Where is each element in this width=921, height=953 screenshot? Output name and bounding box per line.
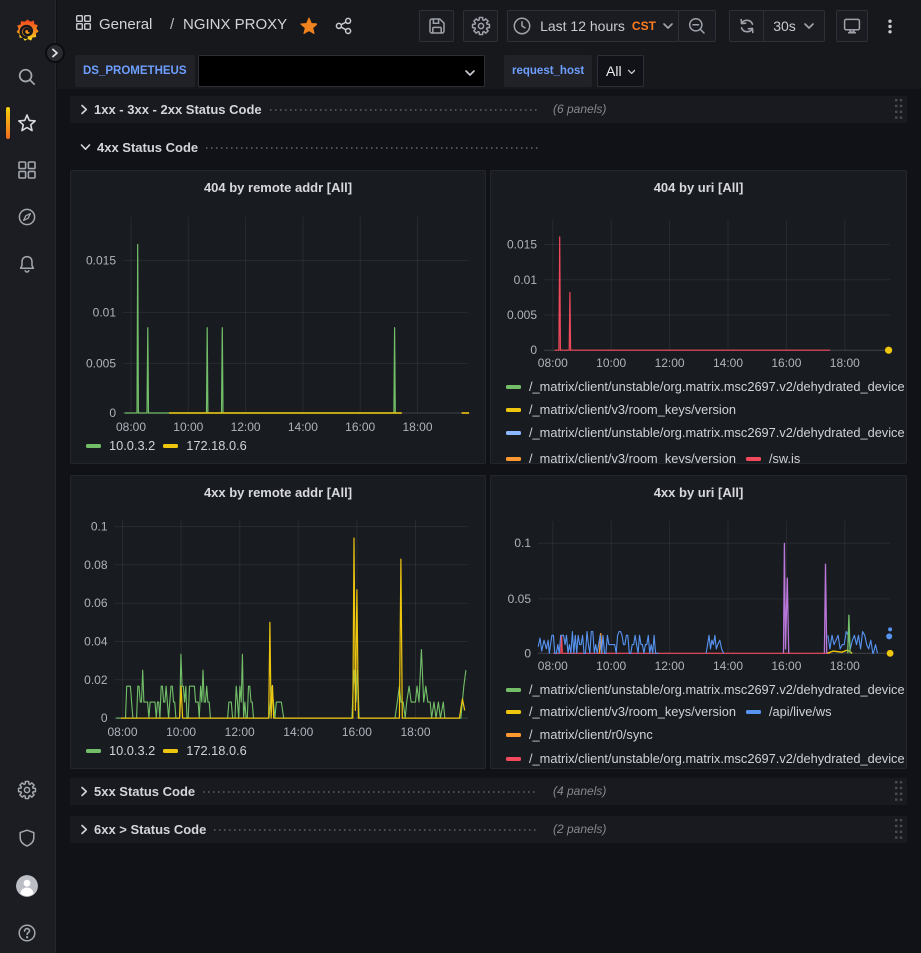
svg-text:10:00: 10:00 (173, 420, 203, 434)
svg-text:12:00: 12:00 (231, 420, 261, 434)
svg-text:0.005: 0.005 (507, 308, 537, 322)
svg-text:12:00: 12:00 (655, 356, 685, 370)
svg-text:14:00: 14:00 (713, 659, 743, 673)
svg-text:08:00: 08:00 (116, 420, 146, 434)
svg-text:0.1: 0.1 (514, 536, 531, 550)
svg-text:14:00: 14:00 (713, 356, 743, 370)
svg-text:0.015: 0.015 (507, 238, 537, 252)
svg-text:18:00: 18:00 (400, 725, 430, 739)
svg-text:0: 0 (530, 343, 537, 357)
svg-text:16:00: 16:00 (345, 420, 375, 434)
svg-text:18:00: 18:00 (830, 659, 860, 673)
svg-text:0.08: 0.08 (84, 558, 108, 572)
svg-text:0.05: 0.05 (508, 592, 532, 606)
svg-text:08:00: 08:00 (538, 659, 568, 673)
svg-text:0.01: 0.01 (514, 273, 538, 287)
svg-text:18:00: 18:00 (402, 420, 432, 434)
svg-text:0: 0 (524, 646, 531, 660)
svg-text:16:00: 16:00 (771, 659, 801, 673)
svg-text:12:00: 12:00 (655, 659, 685, 673)
svg-text:0.02: 0.02 (84, 673, 108, 687)
svg-text:0.015: 0.015 (86, 253, 116, 267)
svg-text:12:00: 12:00 (225, 725, 255, 739)
svg-text:08:00: 08:00 (538, 356, 568, 370)
svg-text:0.005: 0.005 (86, 356, 116, 370)
svg-text:16:00: 16:00 (342, 725, 372, 739)
svg-text:0.1: 0.1 (91, 520, 108, 534)
svg-text:0.06: 0.06 (84, 596, 108, 610)
svg-text:10:00: 10:00 (166, 725, 196, 739)
svg-text:14:00: 14:00 (288, 420, 318, 434)
svg-text:0: 0 (109, 406, 116, 420)
svg-text:18:00: 18:00 (830, 356, 860, 370)
svg-text:0.01: 0.01 (93, 305, 117, 319)
svg-text:08:00: 08:00 (107, 725, 137, 739)
svg-text:0.04: 0.04 (84, 635, 108, 649)
svg-text:10:00: 10:00 (596, 659, 626, 673)
svg-text:10:00: 10:00 (596, 356, 626, 370)
svg-text:0: 0 (101, 711, 108, 725)
svg-text:16:00: 16:00 (771, 356, 801, 370)
svg-text:14:00: 14:00 (283, 725, 313, 739)
